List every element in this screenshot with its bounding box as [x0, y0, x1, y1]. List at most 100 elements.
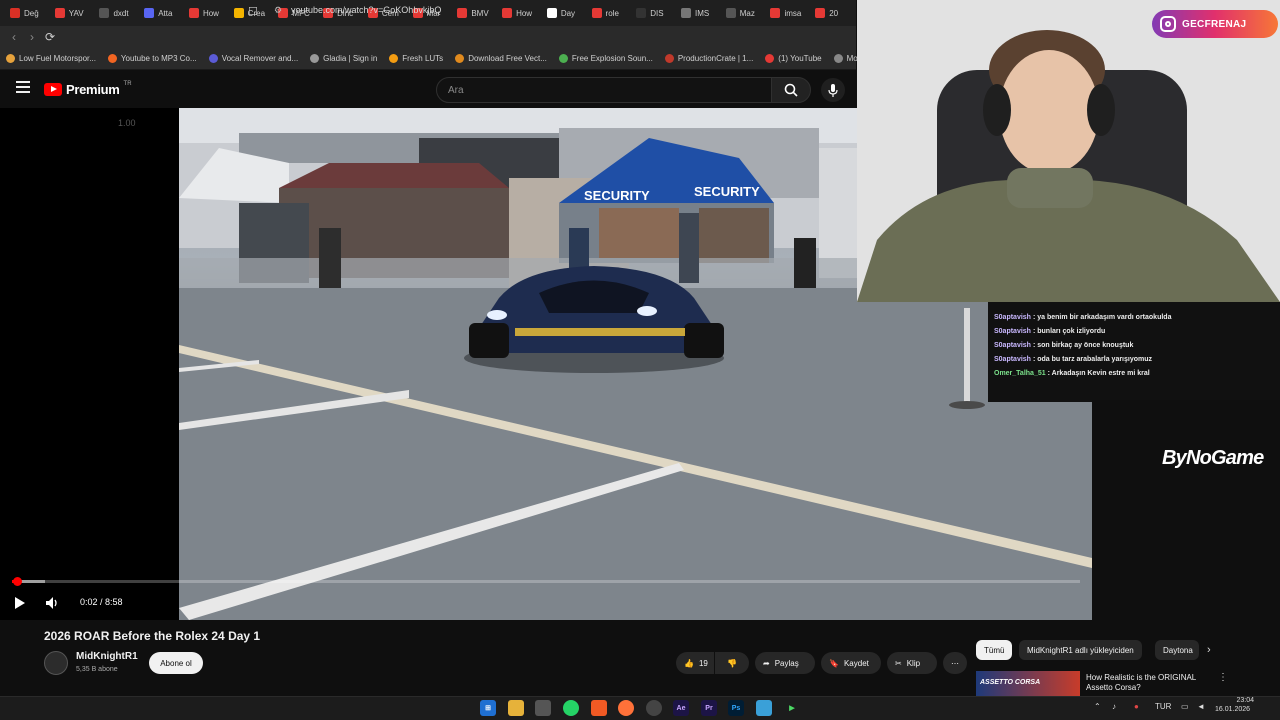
- premiere-icon[interactable]: Pr: [701, 700, 717, 716]
- bookmark-label: Vocal Remover and...: [221, 54, 299, 63]
- tray-language[interactable]: TUR: [1155, 702, 1171, 711]
- save-button[interactable]: 🔖 Kaydet: [821, 652, 881, 674]
- browser-tab[interactable]: IMS: [677, 2, 722, 24]
- clip-button[interactable]: ✂ Klip: [887, 652, 937, 674]
- chrome-icon[interactable]: [646, 700, 662, 716]
- chip-all[interactable]: Tümü: [976, 640, 1013, 660]
- bookmark-item[interactable]: Gladia | Sign in: [310, 54, 377, 63]
- tray-volume-icon[interactable]: ◄: [1197, 702, 1205, 711]
- bookmark-item[interactable]: Download Free Vect...: [455, 54, 547, 63]
- chips-next-icon[interactable]: ›: [1207, 644, 1211, 656]
- play-button[interactable]: [10, 593, 30, 613]
- site-info-icon[interactable]: ⚙: [274, 5, 282, 16]
- like-button[interactable]: 👍 19: [676, 652, 714, 674]
- hamburger-menu-icon[interactable]: [16, 81, 30, 93]
- bookmark-item[interactable]: Moi: [833, 54, 859, 63]
- channel-avatar[interactable]: [44, 651, 68, 675]
- bookmark-favicon-icon: [664, 54, 674, 63]
- browser-tab[interactable]: How: [185, 2, 230, 24]
- whatsapp-icon[interactable]: [563, 700, 579, 716]
- browser-tab[interactable]: BMV: [453, 2, 498, 24]
- bookmark-item[interactable]: Fresh LUTs: [389, 54, 443, 63]
- tab-favicon-icon: [636, 8, 647, 18]
- browser-tab[interactable]: DIS: [632, 2, 677, 24]
- tab-label: Day: [560, 8, 576, 18]
- bookmark-label: Low Fuel Motorspor...: [19, 54, 96, 63]
- chip-uploader[interactable]: MidKnightR1 adlı yükleyiciden: [1019, 640, 1142, 660]
- tray-mic-icon[interactable]: ●: [1134, 702, 1139, 711]
- search-button[interactable]: [771, 77, 811, 103]
- volume-button[interactable]: [42, 593, 62, 613]
- progress-bar[interactable]: [12, 577, 1080, 586]
- chip-daytona[interactable]: Daytona: [1155, 640, 1199, 660]
- bookmark-item[interactable]: ProductionCrate | 1...: [664, 54, 753, 63]
- browser-tab[interactable]: Değ: [6, 2, 51, 24]
- scrubber-handle[interactable]: [12, 577, 22, 586]
- brave-icon[interactable]: [591, 700, 607, 716]
- browser-tab[interactable]: dxdt: [95, 2, 140, 24]
- back-icon[interactable]: ‹: [4, 30, 24, 44]
- logo-region: TR: [123, 80, 132, 87]
- browser-tab[interactable]: Atta: [140, 2, 185, 24]
- photoshop-icon[interactable]: Ps: [728, 700, 744, 716]
- bookmark-item[interactable]: (1) YouTube: [765, 54, 822, 63]
- share-button[interactable]: ➦ Paylaş: [755, 652, 815, 674]
- recommendation-title[interactable]: How Realistic is the ORIGINAL Assetto Co…: [1086, 673, 1216, 693]
- browser-tab[interactable]: Day: [543, 2, 588, 24]
- forward-icon[interactable]: ›: [22, 30, 42, 44]
- recommendation-menu-icon[interactable]: ⋮: [1218, 672, 1228, 683]
- tab-favicon-icon: [10, 8, 20, 18]
- bookmark-favicon-icon: [455, 54, 465, 63]
- chat-username: Omer_Talha_51: [994, 370, 1046, 377]
- dislike-button[interactable]: 👎: [715, 652, 749, 674]
- channel-name[interactable]: MidKnightR1: [76, 651, 138, 662]
- search-input[interactable]: [437, 78, 771, 102]
- reload-icon[interactable]: ⟳: [40, 30, 60, 44]
- media-app-icon[interactable]: ▶: [784, 700, 800, 716]
- bookmark-item[interactable]: Free Explosion Soun...: [558, 54, 653, 63]
- chat-message: Omer_Talha_51: Arkadaşın Kevin estre mi …: [994, 370, 1274, 377]
- more-actions-button[interactable]: ⋯: [943, 652, 967, 674]
- tray-expand-icon[interactable]: ⌃: [1094, 702, 1101, 711]
- tab-label: How: [516, 8, 533, 18]
- after-effects-icon[interactable]: Ae: [673, 700, 689, 716]
- tab-favicon-icon: [591, 8, 602, 18]
- browser-tab[interactable]: YAV: [51, 2, 96, 24]
- tab-label: YAV: [68, 8, 84, 18]
- bookmark-item[interactable]: Low Fuel Motorspor...: [6, 54, 96, 63]
- chat-message: S0aptavish: oda bu tarz arabalarla yarış…: [994, 356, 1274, 363]
- youtube-premium-logo[interactable]: Premium TR: [44, 80, 132, 97]
- browser-tab[interactable]: imsa: [766, 2, 811, 24]
- url-text[interactable]: youtube.com/watch?v=GoKOhbvkjbQ: [291, 5, 441, 15]
- recommendation-thumb-text: ASSETTO CORSA: [980, 679, 1041, 686]
- clock-time[interactable]: 23:04: [1230, 697, 1254, 704]
- tab-favicon-icon: [233, 8, 244, 18]
- subscribe-button[interactable]: Abone ol: [149, 652, 203, 674]
- chat-message: S0aptavish: son birkaç ay önce knouştuk: [994, 342, 1274, 349]
- bookmark-item[interactable]: Vocal Remover and...: [208, 54, 299, 63]
- time-display: 0:02 / 8:58: [80, 597, 123, 607]
- notes-icon[interactable]: [756, 700, 772, 716]
- windows-start-icon[interactable]: ⊞: [480, 700, 496, 716]
- streamer-webcam-illustration: [857, 0, 1280, 302]
- bookmarks-bar: Low Fuel Motorspor... Youtube to MP3 Co..…: [0, 48, 859, 70]
- browser-tab[interactable]: How: [498, 2, 543, 24]
- notepad-icon[interactable]: [535, 700, 551, 716]
- firefox-icon[interactable]: [618, 700, 634, 716]
- file-explorer-icon[interactable]: [508, 700, 524, 716]
- bookmark-label: Youtube to MP3 Co...: [120, 54, 197, 63]
- tray-network-icon[interactable]: ▭: [1181, 702, 1189, 711]
- clip-label: Klip: [906, 658, 921, 668]
- more-horizontal-icon: ⋯: [951, 658, 959, 668]
- tab-label: Atta: [158, 8, 173, 18]
- clock-date[interactable]: 16.01.2026: [1215, 706, 1250, 713]
- tray-audio-icon[interactable]: ♪: [1112, 702, 1116, 711]
- recommendation-thumbnail[interactable]: ASSETTO CORSA: [976, 671, 1080, 696]
- bookmark-icon[interactable]: ☐: [248, 5, 258, 18]
- browser-tab[interactable]: role: [588, 2, 633, 24]
- voice-search-button[interactable]: [821, 78, 845, 102]
- chat-username: S0aptavish: [994, 356, 1031, 363]
- browser-tab[interactable]: 20: [811, 2, 856, 24]
- bookmark-item[interactable]: Youtube to MP3 Co...: [107, 54, 197, 63]
- browser-tab[interactable]: Maz: [722, 2, 767, 24]
